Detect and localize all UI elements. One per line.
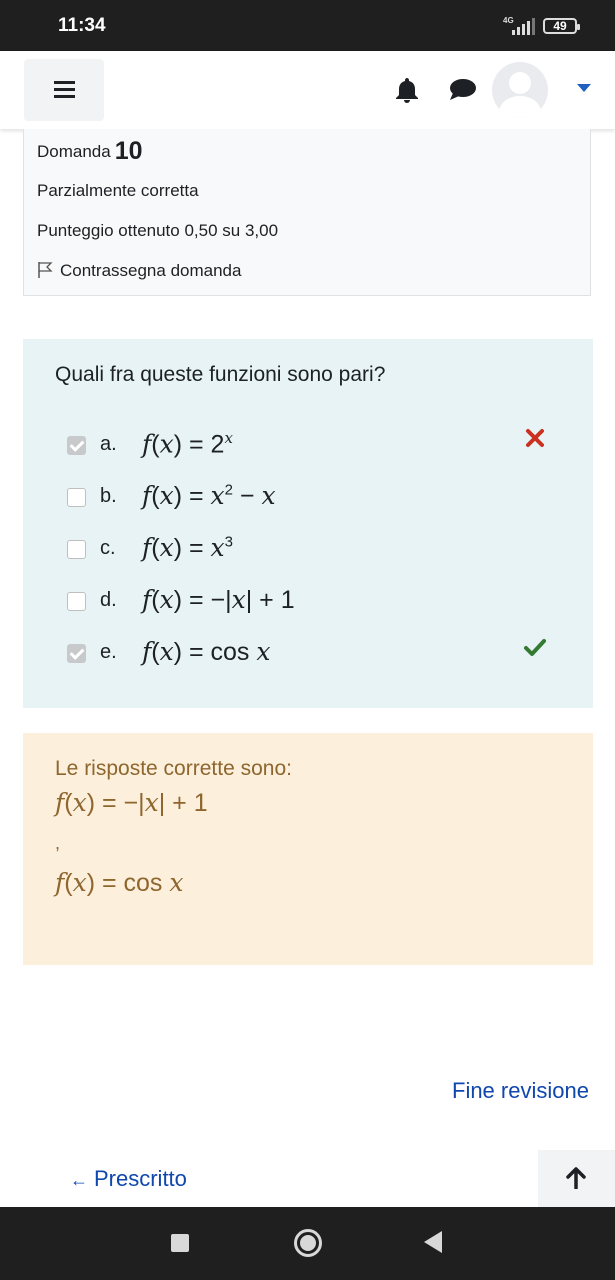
option-formula: f(x) = cos x — [142, 637, 271, 666]
home-icon[interactable] — [294, 1229, 322, 1257]
incorrect-x-icon — [526, 429, 544, 447]
option-formula: f(x) = 2x — [142, 429, 233, 459]
chevron-down-icon[interactable] — [577, 84, 591, 92]
flag-question-label: Contrassegna domanda — [60, 261, 242, 280]
correct-answer-feedback: Le risposte corrette sono: f(x) = −|x| +… — [23, 733, 593, 965]
question-text: Quali fra queste funzioni sono pari? — [55, 363, 386, 386]
answer-checkbox[interactable] — [67, 644, 86, 663]
option-letter: a. — [100, 433, 117, 455]
answer-option-e[interactable]: e. f(x) = cos x — [67, 635, 557, 671]
option-letter: d. — [100, 589, 117, 611]
battery-icon: 49 — [543, 18, 580, 34]
option-formula: f(x) = x2 − x — [142, 481, 276, 510]
back-icon[interactable] — [424, 1231, 442, 1253]
previous-activity-link[interactable]: ← Prescritto — [70, 1166, 187, 1192]
answer-option-d[interactable]: d. f(x) = −|x| + 1 — [67, 583, 557, 619]
status-bar: 11:34 4G 49 — [0, 0, 615, 51]
option-letter: b. — [100, 485, 117, 507]
correct-answer-2: f(x) = cos x — [55, 868, 184, 897]
previous-activity-label: Prescritto — [94, 1166, 187, 1191]
signal-icon — [512, 18, 535, 35]
finish-review-link[interactable]: Fine revisione — [452, 1078, 589, 1104]
arrow-up-icon — [566, 1167, 586, 1189]
recent-apps-icon[interactable] — [171, 1234, 189, 1252]
clock: 11:34 — [58, 15, 106, 36]
question-label: Domanda 10 — [37, 137, 143, 166]
correct-check-icon — [524, 639, 546, 656]
question-label-text: Domanda — [37, 142, 111, 161]
top-navbar — [0, 51, 615, 129]
flag-icon — [38, 262, 53, 278]
avatar[interactable] — [492, 62, 548, 118]
hamburger-menu-icon[interactable] — [24, 59, 104, 121]
answer-checkbox[interactable] — [67, 488, 86, 507]
option-formula: f(x) = x3 — [142, 533, 233, 562]
option-letter: c. — [100, 537, 116, 559]
system-navigation-bar — [0, 1207, 615, 1280]
answer-checkbox[interactable] — [67, 592, 86, 611]
answer-checkbox[interactable] — [67, 436, 86, 455]
option-letter: e. — [100, 641, 117, 663]
answer-separator: , — [55, 833, 61, 853]
arrow-left-icon: ← — [70, 1170, 88, 1190]
question-state: Parzialmente corretta — [37, 181, 199, 200]
option-formula: f(x) = −|x| + 1 — [142, 585, 295, 614]
chat-bubble-icon[interactable] — [448, 78, 476, 102]
answer-option-a[interactable]: a. f(x) = 2x — [67, 427, 557, 463]
feedback-title: Le risposte corrette sono: — [55, 757, 292, 780]
flag-question-link[interactable]: Contrassegna domanda — [37, 261, 241, 281]
correct-answer-1: f(x) = −|x| + 1 — [55, 788, 208, 817]
bell-icon[interactable] — [394, 76, 420, 104]
answer-option-c[interactable]: c. f(x) = x3 — [67, 531, 557, 567]
answer-checkbox[interactable] — [67, 540, 86, 559]
question-info-card: Domanda 10 Parzialmente corretta Punteggi… — [23, 129, 591, 296]
question-box: Quali fra queste funzioni sono pari? a. … — [23, 339, 593, 708]
question-number: 10 — [114, 137, 143, 165]
answer-option-b[interactable]: b. f(x) = x2 − x — [67, 479, 557, 515]
back-to-top-button[interactable] — [538, 1150, 615, 1207]
question-grade: Punteggio ottenuto 0,50 su 3,00 — [37, 221, 279, 240]
